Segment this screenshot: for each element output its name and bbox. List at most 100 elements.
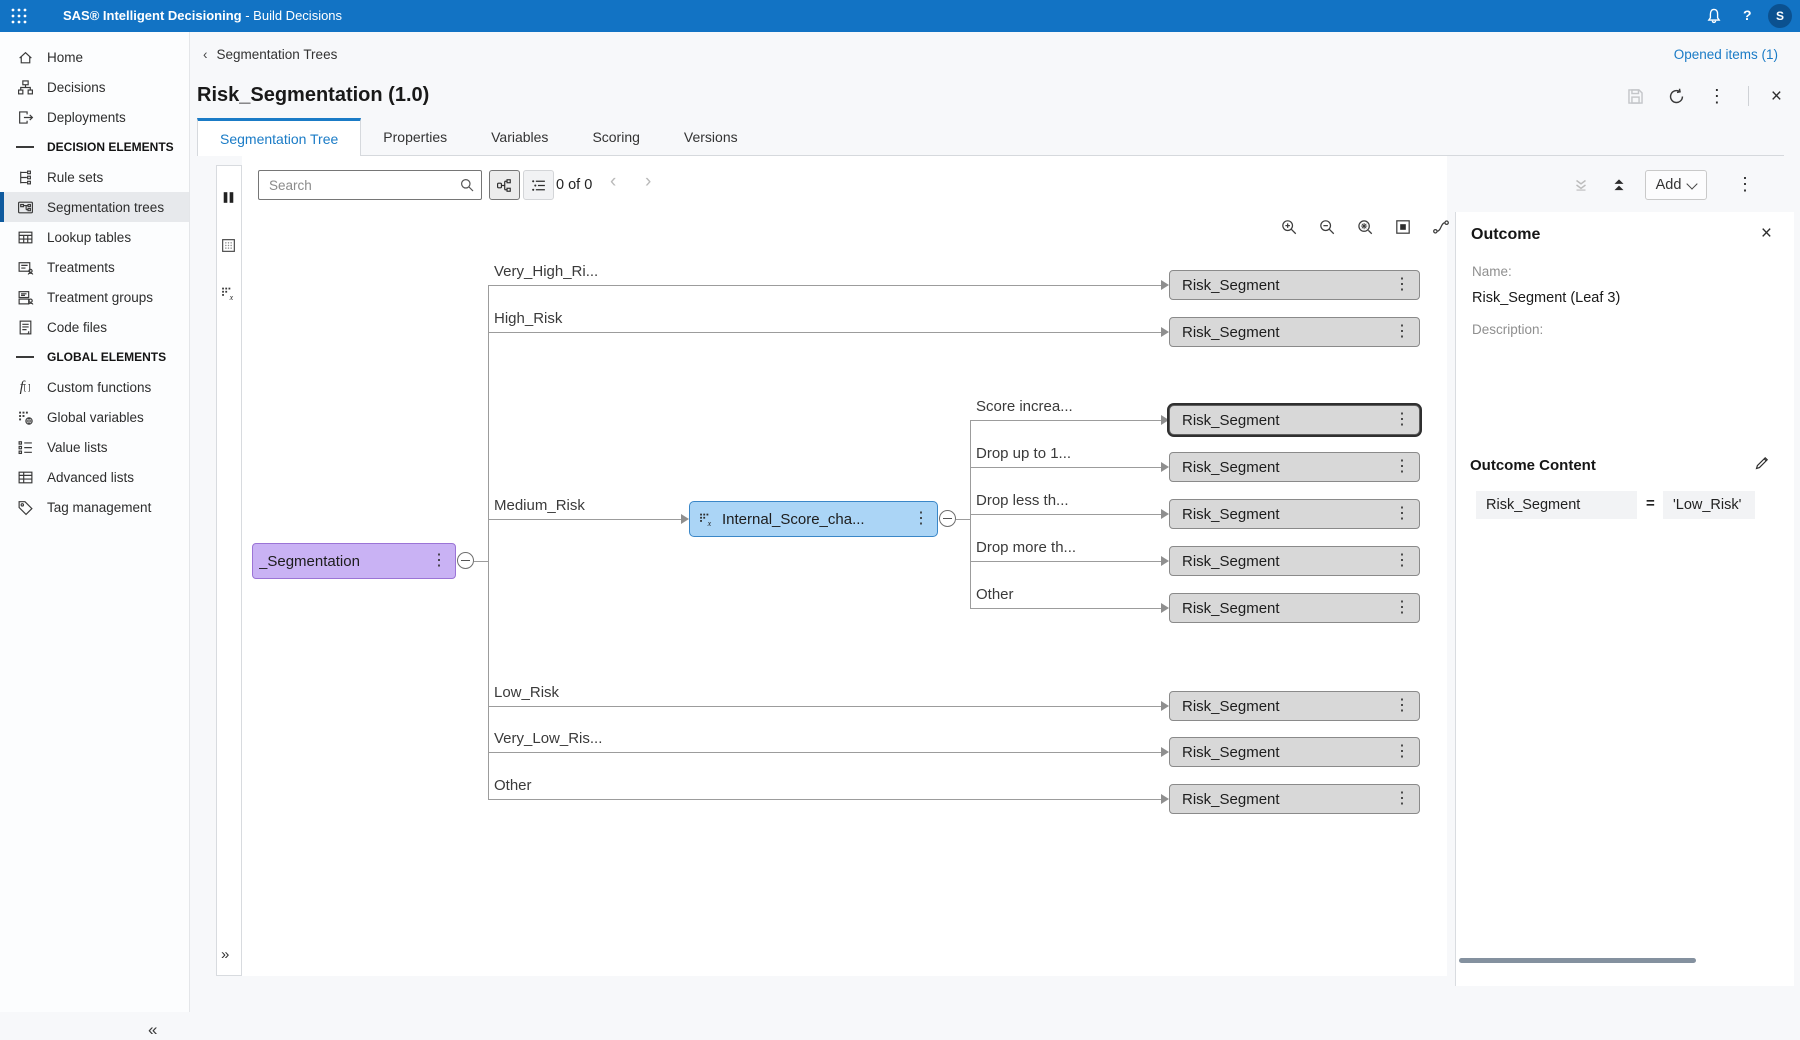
save-icon[interactable] [1626, 87, 1645, 106]
tab-variables[interactable]: Variables [469, 118, 570, 155]
tab-properties[interactable]: Properties [361, 118, 469, 155]
assign-value-field[interactable]: 'Low_Risk' [1663, 491, 1755, 519]
edge [488, 285, 489, 800]
sidebar-item-global-variables[interactable]: Global variables [0, 402, 189, 432]
add-button[interactable]: Add [1645, 170, 1707, 200]
refresh-icon[interactable] [1667, 87, 1686, 106]
app-title: SAS® Intelligent Decisioning - Build Dec… [63, 8, 342, 23]
sidebar-item-lookup-tables[interactable]: Lookup tables [0, 222, 189, 252]
sidebar-item-home[interactable]: Home [0, 42, 189, 72]
list-view-toggle[interactable] [523, 170, 554, 200]
edge [488, 285, 1161, 286]
outcome-node[interactable]: Risk_Segment⋮ [1169, 499, 1420, 529]
opened-items-link[interactable]: Opened items (1) [1674, 47, 1778, 62]
advanced-lists-icon [16, 468, 34, 486]
node-menu-icon[interactable]: ⋮ [1394, 553, 1410, 569]
name-label: Name: [1472, 264, 1512, 279]
next-match-icon[interactable]: › [645, 171, 651, 193]
zoom-out-icon[interactable] [1318, 218, 1336, 236]
search-input[interactable] [259, 178, 453, 193]
fit-to-window-icon[interactable] [1394, 218, 1412, 236]
outcome-node[interactable]: Risk_Segment⋮ [1169, 737, 1420, 767]
assign-target-field[interactable]: Risk_Segment [1476, 491, 1637, 519]
collapse-all-icon[interactable] [1572, 176, 1590, 194]
outcome-node[interactable]: Risk_Segment⋮ [1169, 593, 1420, 623]
outcome-node[interactable]: Risk_Segment⋮ [1169, 270, 1420, 300]
edge-arrow [1161, 462, 1169, 472]
split-view-icon[interactable] [220, 189, 237, 206]
sidebar-item-custom-functions[interactable]: f[ ] Custom functions [0, 372, 189, 402]
node-menu-icon[interactable]: ⋮ [1394, 412, 1410, 428]
collapse-toggle-icon[interactable] [457, 552, 474, 569]
page-title: Risk_Segmentation (1.0) [197, 84, 429, 107]
sidebar-item-code-files[interactable]: Code files [0, 312, 189, 342]
sidebar-item-deployments[interactable]: Deployments [0, 102, 189, 132]
node-menu-icon[interactable]: ⋮ [1394, 459, 1410, 475]
previous-match-icon[interactable]: ‹ [610, 171, 616, 193]
help-icon[interactable]: ? [1743, 7, 1752, 23]
outcome-node-selected[interactable]: Risk_Segment⋮ [1169, 405, 1420, 435]
variables-panel-icon[interactable]: x [220, 285, 237, 302]
outcome-node[interactable]: Risk_Segment⋮ [1169, 452, 1420, 482]
edge-arrow [1161, 794, 1169, 804]
deployments-icon [16, 108, 34, 126]
panel-close-icon[interactable]: × [1761, 224, 1772, 243]
tab-scoring[interactable]: Scoring [570, 118, 661, 155]
sidebar-item-segmentation-trees[interactable]: Segmentation trees [0, 192, 189, 222]
internal-node[interactable]: x Internal_Score_cha... ⋮ [689, 501, 938, 537]
outcome-node[interactable]: Risk_Segment⋮ [1169, 317, 1420, 347]
sidebar-item-treatments[interactable]: Treatments [0, 252, 189, 282]
breadcrumb[interactable]: ‹Segmentation Trees [203, 47, 337, 62]
node-menu-icon[interactable]: ⋮ [1394, 698, 1410, 714]
node-menu-icon[interactable]: ⋮ [1394, 506, 1410, 522]
node-menu-icon[interactable]: ⋮ [1394, 277, 1410, 293]
sidebar-item-value-lists[interactable]: Value lists [0, 432, 189, 462]
header-more-menu-icon[interactable]: ⋮ [1708, 87, 1726, 105]
overview-panel-icon[interactable] [220, 237, 237, 254]
branch-label: Drop up to 1... [976, 445, 1071, 462]
tab-segmentation-tree[interactable]: Segmentation Tree [197, 118, 361, 156]
node-menu-icon[interactable]: ⋮ [1394, 744, 1410, 760]
expand-all-icon[interactable] [1610, 176, 1628, 194]
toolbar-more-menu-icon[interactable]: ⋮ [1736, 175, 1754, 193]
root-node[interactable]: _Segmentation ⋮ [252, 543, 456, 579]
node-menu-icon[interactable]: ⋮ [431, 553, 447, 569]
tab-versions[interactable]: Versions [662, 118, 760, 155]
application-bar: SAS® Intelligent Decisioning - Build Dec… [0, 0, 1800, 32]
sidebar-collapse-icon[interactable]: « [148, 1020, 157, 1040]
branch-label: High_Risk [494, 310, 562, 327]
edge [474, 561, 489, 562]
outcome-panel: Outcome × Name: Risk_Segment (Leaf 3) De… [1455, 212, 1794, 986]
edge [970, 467, 1161, 468]
strip-expand-icon[interactable]: » [221, 946, 229, 963]
outcome-node[interactable]: Risk_Segment⋮ [1169, 691, 1420, 721]
node-menu-icon[interactable]: ⋮ [1394, 791, 1410, 807]
collapse-toggle-icon[interactable] [939, 510, 956, 527]
tag-management-icon [16, 498, 34, 516]
sidebar-section-global-elements: GLOBAL ELEMENTS [0, 342, 189, 372]
sidebar-item-tag-management[interactable]: Tag management [0, 492, 189, 522]
sidebar-item-decisions[interactable]: Decisions [0, 72, 189, 102]
outcome-node[interactable]: Risk_Segment⋮ [1169, 546, 1420, 576]
node-menu-icon[interactable]: ⋮ [1394, 324, 1410, 340]
sidebar-item-rule-sets[interactable]: Rule sets [0, 162, 189, 192]
section-dash [16, 348, 34, 366]
horizontal-scrollbar-thumb[interactable] [1459, 958, 1696, 963]
sidebar-item-treatment-groups[interactable]: Treatment groups [0, 282, 189, 312]
back-chevron-icon: ‹ [203, 47, 208, 62]
user-avatar[interactable]: S [1768, 4, 1792, 28]
node-menu-icon[interactable]: ⋮ [1394, 600, 1410, 616]
search-icon[interactable] [453, 171, 481, 199]
zoom-reset-icon[interactable] [1356, 218, 1374, 236]
app-switcher-icon[interactable] [10, 7, 28, 25]
sidebar-item-advanced-lists[interactable]: Advanced lists [0, 462, 189, 492]
tree-view-toggle[interactable] [489, 170, 520, 200]
outcome-node[interactable]: Risk_Segment⋮ [1169, 784, 1420, 814]
notifications-icon[interactable] [1705, 7, 1723, 25]
edit-outcome-icon[interactable] [1754, 455, 1770, 471]
zoom-in-icon[interactable] [1280, 218, 1298, 236]
svg-text:x: x [707, 518, 712, 527]
close-item-icon[interactable]: × [1771, 87, 1782, 106]
layout-options-icon[interactable] [1432, 218, 1450, 236]
node-menu-icon[interactable]: ⋮ [913, 511, 929, 527]
